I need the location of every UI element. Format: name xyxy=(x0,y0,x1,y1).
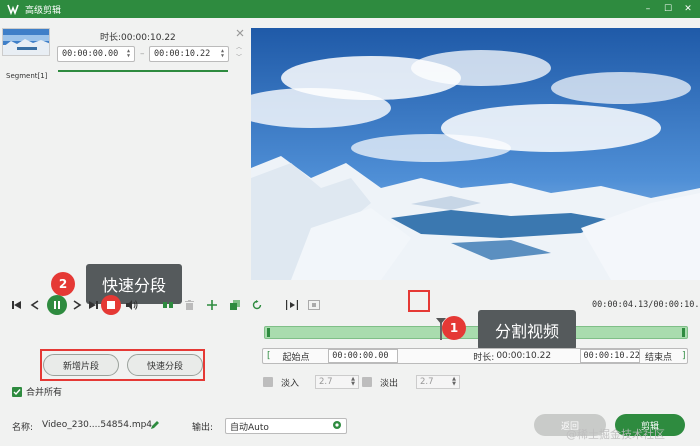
bracket-right-icon: ] xyxy=(682,351,686,361)
fade-in-label: 淡入 xyxy=(281,378,300,389)
stepper-icon[interactable]: ▲ ▼ xyxy=(351,377,355,387)
timeline-track[interactable] xyxy=(264,326,688,339)
duration-value: 00:00:10.22 xyxy=(121,33,176,43)
duration-label: 时长: xyxy=(473,352,495,363)
fade-in-option[interactable]: 淡入 2.7 ▲ ▼ xyxy=(263,375,359,389)
fade-in-input[interactable]: 2.7 ▲ ▼ xyxy=(315,375,359,389)
range-duration-value: 00:00:10.22 xyxy=(496,351,552,361)
step-back-icon[interactable] xyxy=(28,293,42,317)
playback-controls xyxy=(0,293,449,317)
fade-out-value: 2.7 xyxy=(420,377,434,387)
segment-end-input[interactable]: 00:00:10.22 ▲ ▼ xyxy=(149,46,229,62)
annotation-tooltip-1: 分割视频 xyxy=(478,310,576,350)
range-row: [ 起始点 00:00:00.00 时长: 00:00:10.22 00:00:… xyxy=(262,348,688,364)
stepper-icon[interactable]: ▲ ▼ xyxy=(221,49,224,59)
segment-thumbnail xyxy=(2,28,50,56)
highlight-box xyxy=(408,290,430,312)
start-time-value: 00:00:00.00 xyxy=(62,49,119,59)
volume-icon[interactable] xyxy=(124,293,140,317)
segment-start-input[interactable]: 00:00:00.00 ▲ ▼ xyxy=(57,46,135,62)
edit-name-icon[interactable] xyxy=(150,420,160,433)
screenshot-icon[interactable] xyxy=(306,293,322,317)
set-end-button[interactable]: 结束点 ] xyxy=(644,349,687,363)
end-time-value: 00:00:10.22 xyxy=(154,49,211,59)
watermark-text: @稀土掘金技术社区 xyxy=(566,428,665,441)
stepper-icon[interactable]: ▲ ▼ xyxy=(127,49,130,59)
minimize-button[interactable]: – xyxy=(640,1,656,17)
fade-out-option[interactable]: 淡出 2.7 ▲ ▼ xyxy=(362,375,460,389)
chevron-down-icon[interactable]: ﹀ xyxy=(236,52,242,61)
output-label: 输出: xyxy=(192,423,214,433)
segment-card[interactable]: 时长:00:00:10.22 00:00:00.00 ▲ ▼ – 00:00:10… xyxy=(0,22,246,96)
fade-out-checkbox[interactable] xyxy=(362,377,372,387)
range-end-input[interactable]: 00:00:10.22 xyxy=(579,349,640,363)
pause-button[interactable] xyxy=(46,293,68,317)
merge-all-option[interactable]: 合并所有 xyxy=(12,385,62,398)
segment-label: Segment[1] xyxy=(6,72,48,80)
stepper-icon[interactable]: ▲ ▼ xyxy=(452,377,456,387)
bracket-left-icon: [ xyxy=(267,351,271,361)
timeline-start-handle[interactable] xyxy=(267,328,270,337)
output-value: 自动Auto xyxy=(230,422,269,433)
segment-duration: 时长:00:00:10.22 xyxy=(100,30,176,43)
fade-out-input[interactable]: 2.7 ▲ ▼ xyxy=(416,375,460,389)
output-select[interactable]: 自动Auto xyxy=(225,418,347,434)
close-window-button[interactable]: ✕ xyxy=(680,1,696,17)
stop-button[interactable] xyxy=(100,293,122,317)
stop-icon xyxy=(101,295,121,315)
segment-panel: 时长:00:00:10.22 00:00:00.00 ▲ ▼ – 00:00:10… xyxy=(0,18,250,402)
end-point-label: 结束点 xyxy=(645,352,673,363)
delete-icon[interactable] xyxy=(182,293,196,317)
name-label: 名称: xyxy=(12,423,34,433)
title-bar: 高级剪辑 – ☐ ✕ xyxy=(0,0,700,18)
annotation-badge-1: 1 xyxy=(442,316,466,340)
maximize-button[interactable]: ☐ xyxy=(660,1,676,17)
gear-icon[interactable] xyxy=(332,420,342,433)
window-title: 高级剪辑 xyxy=(25,5,62,16)
reset-icon[interactable] xyxy=(250,293,264,317)
range-duration-label: 时长: xyxy=(398,349,497,363)
timeline-end-handle[interactable] xyxy=(682,328,685,337)
split-video-icon[interactable] xyxy=(160,293,176,317)
new-segment-button[interactable]: 新增片段 xyxy=(43,354,119,376)
fade-in-checkbox[interactable] xyxy=(263,377,273,387)
file-name: Video_230....54854.mp4 xyxy=(42,420,153,430)
fade-out-label: 淡出 xyxy=(380,378,399,389)
mark-in-icon[interactable] xyxy=(284,293,300,317)
video-preview[interactable] xyxy=(251,28,700,280)
merge-all-checkbox[interactable] xyxy=(12,386,22,397)
range-start-input[interactable]: 00:00:00.00 xyxy=(328,349,398,363)
quick-split-button[interactable]: 快速分段 xyxy=(127,354,203,376)
set-start-button[interactable]: [ 起始点 xyxy=(263,349,328,363)
close-icon[interactable] xyxy=(235,28,245,38)
skip-to-start-icon[interactable] xyxy=(10,293,24,317)
start-point-label: 起始点 xyxy=(282,352,310,363)
skip-to-end-icon[interactable] xyxy=(86,293,100,317)
time-separator: – xyxy=(140,49,145,59)
preview-panel xyxy=(251,18,700,402)
copy-icon[interactable] xyxy=(228,293,242,317)
chevron-up-icon[interactable]: ︿ xyxy=(236,42,242,51)
app-logo-icon xyxy=(6,2,20,16)
add-icon[interactable] xyxy=(205,293,219,317)
merge-all-label: 合并所有 xyxy=(26,388,63,398)
playback-time: 00:00:04.13/00:00:10.22 xyxy=(592,300,700,310)
fade-in-value: 2.7 xyxy=(319,377,333,387)
duration-label: 时长: xyxy=(100,33,122,43)
step-forward-icon[interactable] xyxy=(70,293,84,317)
segment-progress-bar xyxy=(58,70,228,72)
pause-icon xyxy=(47,295,67,315)
